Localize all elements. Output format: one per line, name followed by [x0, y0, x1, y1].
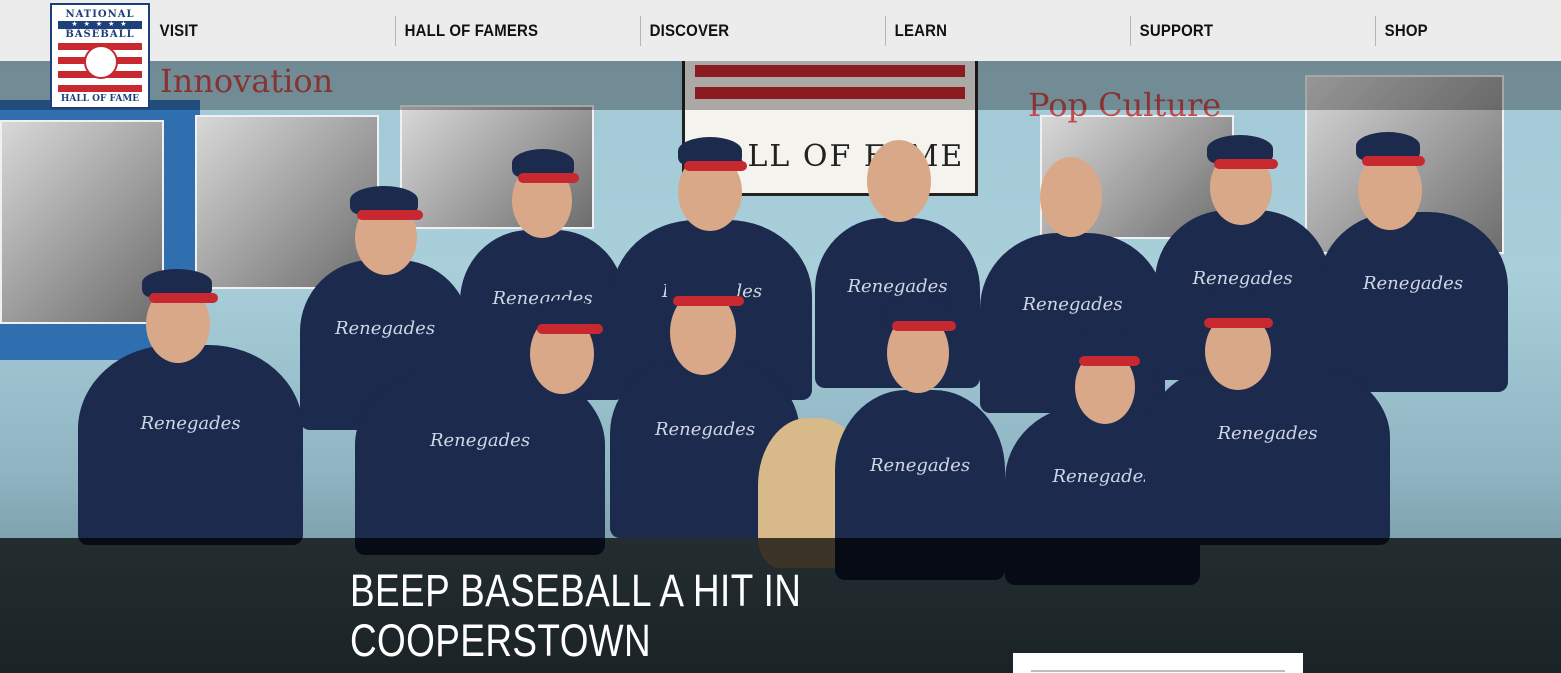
nav-item-discover[interactable]: DISCOVER: [640, 0, 729, 61]
nav-item-visit[interactable]: VISIT: [150, 0, 198, 61]
nav-item-support[interactable]: SUPPORT: [1130, 0, 1213, 61]
nav-shadow-band: [0, 61, 1561, 110]
stars-icon: ★ ★ ★ ★ ★: [58, 21, 142, 29]
baseball-icon: [84, 45, 118, 79]
hall-of-fame-logo[interactable]: NATIONAL ★ ★ ★ ★ ★ BASEBALL HALL OF FAME: [50, 3, 150, 109]
hero-headline[interactable]: BEEP BASEBALL A HIT IN COOPERSTOWN: [350, 566, 809, 666]
search-box[interactable]: [1013, 653, 1303, 673]
nav-item-shop[interactable]: SHOP: [1375, 0, 1428, 61]
top-navigation: VISIT HALL OF FAMERS DISCOVER LEARN SUPP…: [0, 0, 1561, 61]
nav-item-learn[interactable]: LEARN: [885, 0, 947, 61]
nav-item-hall-of-famers[interactable]: HALL OF FAMERS: [395, 0, 538, 61]
wall-photo: [0, 120, 164, 324]
